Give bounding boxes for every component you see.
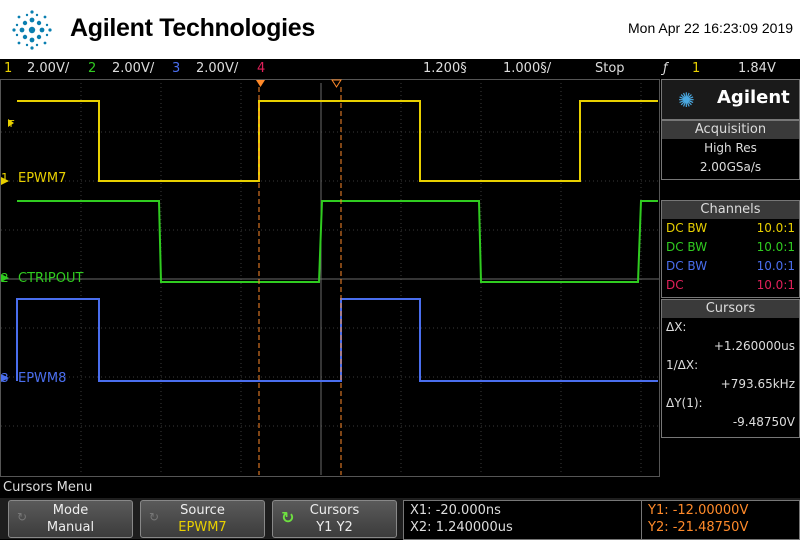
x2-readout: X2: 1.240000us bbox=[410, 520, 513, 535]
acquisition-title: Acquisition bbox=[662, 121, 799, 139]
ch1-marker-label: 1 bbox=[1, 171, 9, 185]
y1-readout: Y1: -12.00000V bbox=[648, 503, 749, 518]
trigger-level-letter: T bbox=[7, 119, 15, 130]
acquisition-mode: High Res bbox=[704, 141, 757, 155]
ch2-scale[interactable]: 2.00V/ bbox=[112, 59, 154, 78]
horizontal-delay[interactable]: 1.200§ bbox=[423, 59, 467, 78]
trigger-source[interactable]: 1 bbox=[692, 59, 700, 78]
date-time: Mon Apr 22 16:23:09 2019 bbox=[628, 20, 794, 36]
menu-title: Cursors Menu bbox=[3, 480, 93, 495]
channel-row-3: DC BW 10.0:1 bbox=[666, 259, 795, 273]
ch3-number[interactable]: 3 bbox=[172, 59, 180, 78]
inverse-delta-x-value: +793.65kHz bbox=[720, 377, 795, 391]
channels-title: Channels bbox=[662, 201, 799, 219]
x1-readout: X1: -20.000ns bbox=[410, 503, 501, 518]
brand-name: Agilent Technologies bbox=[70, 14, 315, 42]
acquisition-box[interactable]: Acquisition High Res 2.00GSa/s bbox=[661, 120, 800, 180]
cursors-softkey[interactable]: ↻ Cursors Y1 Y2 bbox=[272, 500, 397, 538]
header-bar: Agilent Technologies Mon Apr 22 16:23:09… bbox=[0, 0, 800, 59]
trigger-level[interactable]: 1.84V bbox=[738, 59, 776, 78]
sidebar-logo-box: ✺ Agilent bbox=[661, 79, 800, 120]
cursors-box[interactable]: Cursors ΔX: +1.260000us 1/ΔX: +793.65kHz… bbox=[661, 299, 800, 438]
waveform-display[interactable]: T 1 EPWM7 2 CTRIPOUT 3 EPWM8 bbox=[0, 79, 660, 477]
ch1-label: EPWM7 bbox=[18, 171, 66, 186]
delta-x-label: ΔX: bbox=[666, 320, 687, 334]
ch2-label: CTRIPOUT bbox=[18, 271, 83, 286]
ch2-number[interactable]: 2 bbox=[88, 59, 96, 78]
ch3-label: EPWM8 bbox=[18, 371, 66, 386]
ch3-marker-label: 3 bbox=[1, 371, 9, 385]
side-panel: ✺ Agilent Acquisition High Res 2.00GSa/s… bbox=[660, 79, 800, 477]
sample-rate: 2.00GSa/s bbox=[699, 160, 762, 174]
mode-softkey[interactable]: ↻ Mode Manual bbox=[8, 500, 133, 538]
status-bar: 1 2.00V/ 2 2.00V/ 3 2.00V/ 4 1.200§ 1.00… bbox=[0, 59, 800, 78]
ch1-number[interactable]: 1 bbox=[4, 59, 12, 78]
x-cursor-readout: X1: -20.000ns X2: 1.240000us bbox=[403, 500, 642, 540]
channel-row-2: DC BW 10.0:1 bbox=[666, 240, 795, 254]
inverse-delta-x-label: 1/ΔX: bbox=[666, 358, 699, 372]
delta-y-value: -9.48750V bbox=[732, 415, 795, 429]
ch2-marker-label: 2 bbox=[1, 271, 9, 285]
source-softkey[interactable]: ↻ Source EPWM7 bbox=[140, 500, 265, 538]
timebase-scale[interactable]: 1.000§/ bbox=[503, 59, 551, 78]
ch1-scale[interactable]: 2.00V/ bbox=[27, 59, 69, 78]
delta-y-label: ΔY(1): bbox=[666, 396, 703, 410]
channels-box[interactable]: Channels DC BW 10.0:1 DC BW 10.0:1 DC BW 10… bbox=[661, 200, 800, 298]
y-cursor-readout: Y1: -12.00000V Y2: -21.48750V bbox=[641, 500, 800, 540]
channel-row-1: DC BW 10.0:1 bbox=[666, 221, 795, 235]
channel-row-4: DC 10.0:1 bbox=[666, 278, 795, 292]
delta-x-value: +1.260000us bbox=[713, 339, 795, 353]
trigger-edge-icon: ƒ bbox=[663, 61, 668, 76]
sidebar-brand: Agilent bbox=[717, 87, 790, 108]
agilent-spark-icon: ✺ bbox=[678, 88, 695, 112]
cursors-title: Cursors bbox=[662, 300, 799, 318]
y2-readout: Y2: -21.48750V bbox=[648, 520, 749, 535]
ch3-scale[interactable]: 2.00V/ bbox=[196, 59, 238, 78]
ch4-number[interactable]: 4 bbox=[257, 59, 265, 78]
run-state[interactable]: Stop bbox=[595, 59, 625, 78]
agilent-spark-logo-icon bbox=[12, 10, 52, 50]
